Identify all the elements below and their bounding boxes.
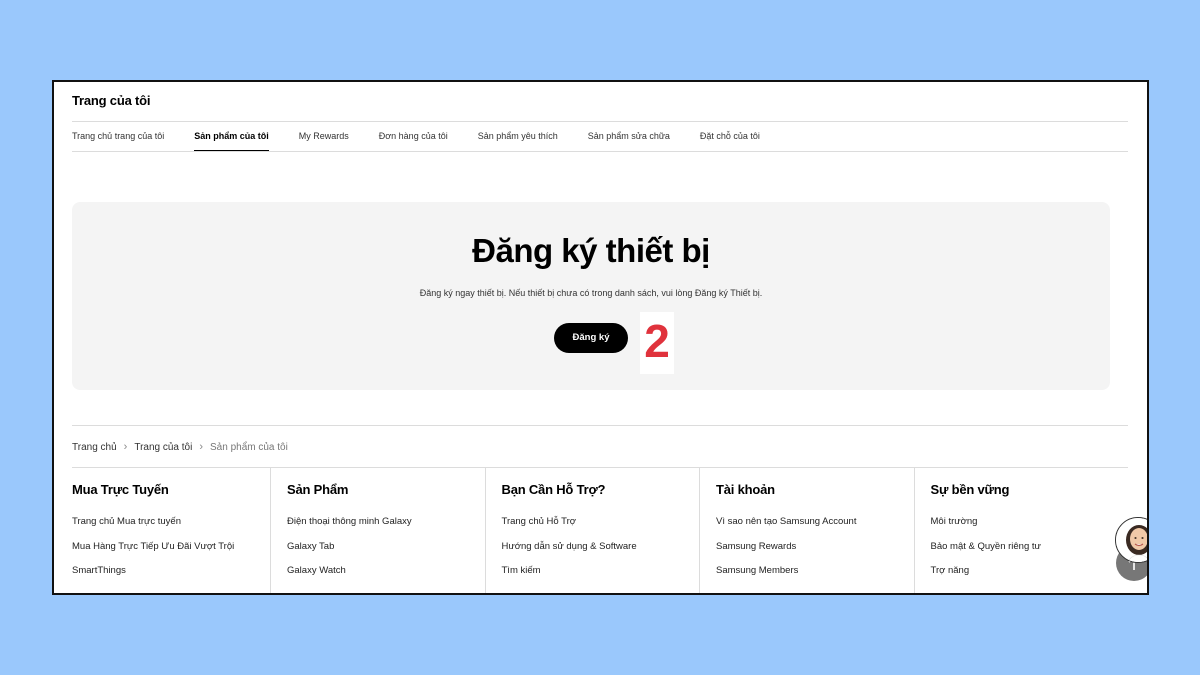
footer-link[interactable]: Trợ năng [931, 565, 1041, 590]
footer-links: Trang chủ Hỗ Trợ Hướng dẫn sử dụng & Sof… [502, 516, 637, 590]
footer-links: Vì sao nên tạo Samsung Account Samsung R… [716, 516, 856, 590]
footer-column-sustainability: Sự bền vững Môi trường Bảo mật & Quyền r… [913, 468, 1129, 593]
footer-link[interactable]: Trang chủ Hỗ Trợ [502, 516, 637, 541]
site-footer: Mua Trực Tuyến Trang chủ Mua trực tuyến … [72, 468, 1147, 593]
footer-link[interactable]: Trang chủ Mua trực tuyến [72, 516, 234, 541]
tab-my-orders[interactable]: Đơn hàng của tôi [379, 122, 448, 152]
footer-column-account: Tài khoản Vì sao nên tạo Samsung Account… [699, 468, 914, 593]
agent-portrait-icon [1116, 518, 1147, 562]
footer-heading: Tài khoản [716, 482, 775, 497]
register-button[interactable]: Đăng ký [554, 323, 628, 353]
footer-heading: Sự bền vững [930, 482, 1010, 497]
step-number-annotation: 2 [640, 312, 674, 374]
footer-heading: Sản Phẩm [287, 482, 349, 497]
tab-my-reservations[interactable]: Đặt chỗ của tôi [700, 122, 760, 152]
footer-link[interactable]: Môi trường [931, 516, 1041, 541]
tab-my-products[interactable]: Sản phẩm của tôi [194, 122, 269, 152]
footer-link[interactable]: Samsung Rewards [716, 541, 856, 566]
footer-links: Môi trường Bảo mật & Quyền riêng tư Trợ … [931, 516, 1041, 590]
footer-link[interactable]: Mua Hàng Trực Tiếp Ưu Đãi Vượt Trội [72, 541, 234, 566]
tab-repair-products[interactable]: Sản phẩm sửa chữa [588, 122, 670, 152]
footer-link[interactable]: Bảo mật & Quyền riêng tư [931, 541, 1041, 566]
footer-heading: Bạn Cần Hỗ Trợ? [501, 482, 606, 497]
footer-link[interactable]: Galaxy Watch [287, 565, 412, 590]
browser-frame: Trang của tôi Trang chủ trang của tôi Sả… [52, 80, 1149, 595]
tab-favorite-products[interactable]: Sản phẩm yêu thích [478, 122, 558, 152]
footer-column-shop: Mua Trực Tuyến Trang chủ Mua trực tuyến … [72, 468, 270, 593]
register-description: Đăng ký ngay thiết bị. Nếu thiết bị chưa… [419, 288, 763, 298]
tab-my-rewards[interactable]: My Rewards [299, 122, 349, 152]
footer-column-support: Bạn Cần Hỗ Trợ? Trang chủ Hỗ Trợ Hướng d… [484, 468, 700, 593]
register-title: Đăng ký thiết bị [472, 232, 710, 269]
footer-links: Trang chủ Mua trực tuyến Mua Hàng Trực T… [72, 516, 234, 590]
divider [72, 151, 1128, 152]
tab-bar: Trang chủ trang của tôi Sản phẩm của tôi… [72, 122, 790, 152]
footer-heading: Mua Trực Tuyến [72, 482, 169, 497]
footer-link[interactable]: Điện thoại thông minh Galaxy [287, 516, 412, 541]
chevron-right-icon: › [123, 441, 128, 453]
footer-link[interactable]: Hướng dẫn sử dụng & Software [502, 541, 637, 566]
footer-link[interactable]: Tìm kiếm [502, 565, 637, 590]
footer-links: Điện thoại thông minh Galaxy Galaxy Tab … [287, 516, 412, 590]
breadcrumb: Trang chủ › Trang của tôi › Sản phẩm của… [72, 441, 288, 453]
register-device-card: Đăng ký thiết bị Đăng ký ngay thiết bị. … [72, 202, 1110, 390]
tab-mypage-home[interactable]: Trang chủ trang của tôi [72, 122, 164, 152]
page-title: Trang của tôi [72, 93, 151, 108]
breadcrumb-home[interactable]: Trang chủ [72, 442, 117, 453]
footer-link[interactable]: SmartThings [72, 565, 234, 590]
breadcrumb-current: Sản phẩm của tôi [210, 441, 288, 453]
footer-link[interactable]: Samsung Members [716, 565, 856, 590]
footer-link[interactable]: Vì sao nên tạo Samsung Account [716, 516, 856, 541]
footer-link[interactable]: Galaxy Tab [287, 541, 412, 566]
chevron-right-icon: › [199, 441, 203, 453]
footer-column-products: Sản Phẩm Điện thoại thông minh Galaxy Ga… [270, 468, 485, 593]
divider [72, 425, 1128, 426]
breadcrumb-mypage[interactable]: Trang của tôi [134, 442, 192, 453]
